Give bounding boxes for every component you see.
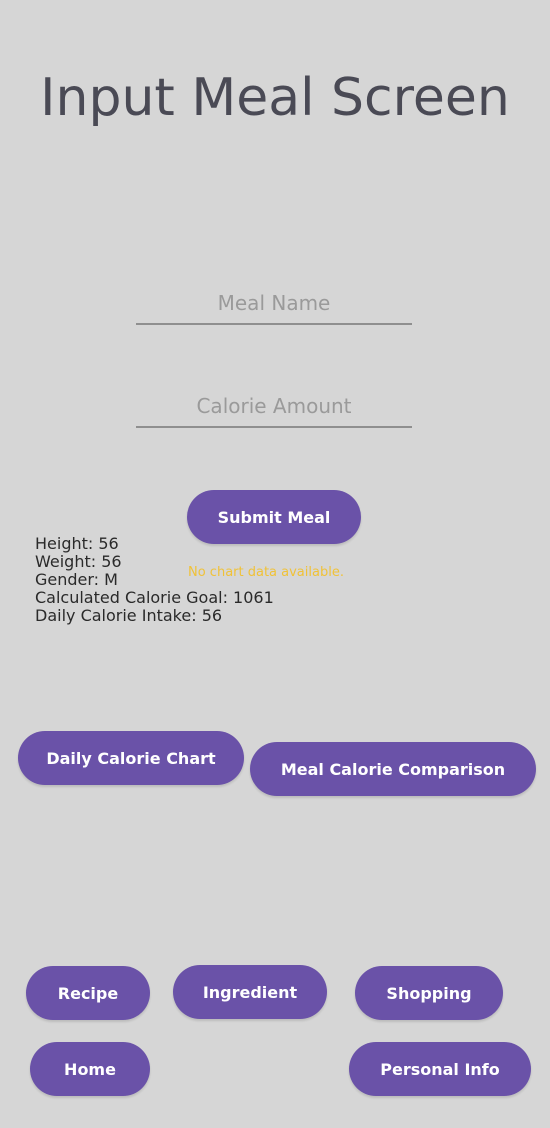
home-button[interactable]: Home [30, 1042, 150, 1096]
meal-calorie-comparison-button[interactable]: Meal Calorie Comparison [250, 742, 536, 796]
personal-info-button[interactable]: Personal Info [349, 1042, 531, 1096]
no-chart-data-message: No chart data available. [188, 565, 344, 580]
height-stat: Height: 56 [35, 534, 119, 553]
user-stats: Height: 56 Weight: 56 Gender: M Calculat… [35, 535, 274, 625]
ingredient-button[interactable]: Ingredient [173, 965, 327, 1019]
daily-intake-stat: Daily Calorie Intake: 56 [35, 606, 223, 625]
daily-calorie-chart-button[interactable]: Daily Calorie Chart [18, 731, 244, 785]
calorie-amount-input[interactable] [136, 386, 412, 428]
shopping-button[interactable]: Shopping [355, 966, 503, 1020]
recipe-button[interactable]: Recipe [26, 966, 150, 1020]
input-meal-screen: Input Meal Screen Submit Meal Height: 56… [0, 0, 550, 1128]
page-title: Input Meal Screen [40, 68, 510, 128]
calorie-goal-stat: Calculated Calorie Goal: 1061 [35, 588, 274, 607]
meal-name-input[interactable] [136, 283, 412, 325]
